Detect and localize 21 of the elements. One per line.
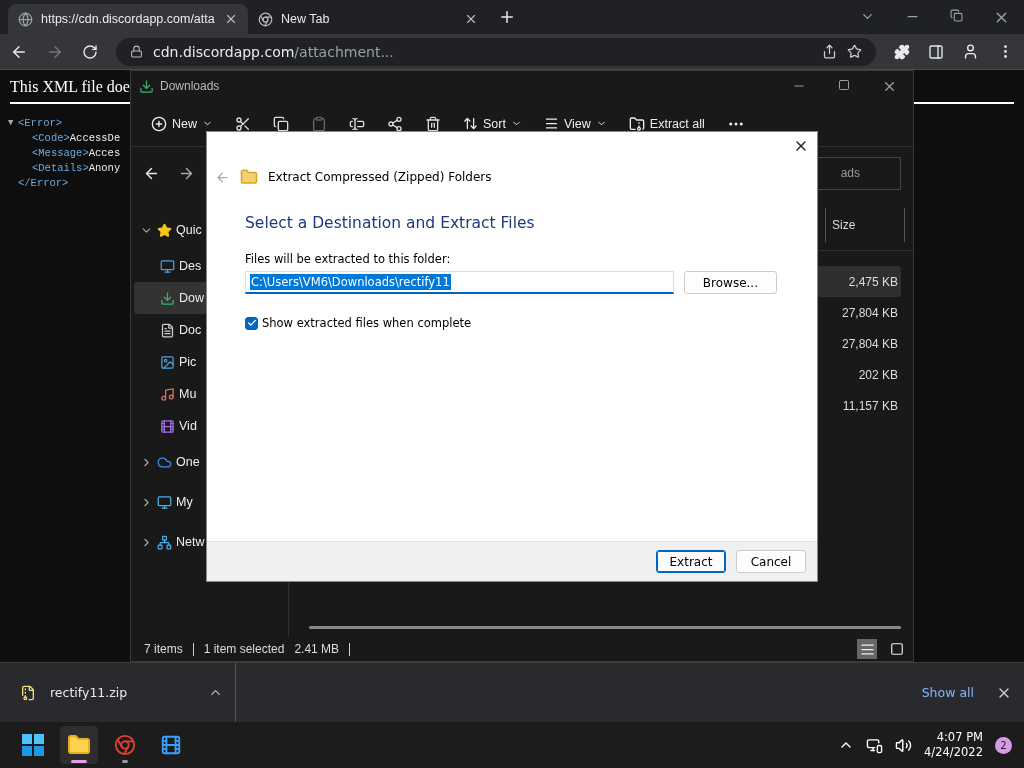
status-text: 2.41 MB bbox=[294, 642, 340, 656]
xml-tag: <Message> bbox=[32, 146, 89, 161]
xml-tag: </Error> bbox=[18, 176, 69, 191]
table-cell-text: 202 KB bbox=[857, 366, 899, 384]
xml-tag: <Error> bbox=[18, 116, 63, 131]
xml-text: Acces bbox=[88, 146, 121, 161]
xml-text: AccessDe bbox=[69, 131, 121, 146]
window-title: Downloads bbox=[160, 79, 220, 93]
status-text: 1 item selected bbox=[203, 642, 285, 656]
xml-text: Anony bbox=[88, 161, 121, 176]
dialog-heading: Select a Destination and Extract Files bbox=[245, 214, 536, 232]
table-cell-text: 27,804 KB bbox=[840, 304, 899, 322]
field-label: Files will be extracted to this folder: bbox=[245, 252, 452, 266]
xml-tag: <Code> bbox=[32, 131, 70, 146]
table-cell-text: 27,804 KB bbox=[840, 335, 899, 353]
table-cell-text: 11,157 KB bbox=[841, 397, 899, 415]
xml-tag: <Details> bbox=[32, 161, 89, 176]
dialog-title: Extract Compressed (Zipped) Folders bbox=[268, 170, 492, 184]
checkbox-label: Show extracted files when complete bbox=[262, 316, 472, 330]
status-text: 7 items bbox=[144, 642, 183, 656]
table-cell: 2,475 KB bbox=[817, 266, 901, 297]
